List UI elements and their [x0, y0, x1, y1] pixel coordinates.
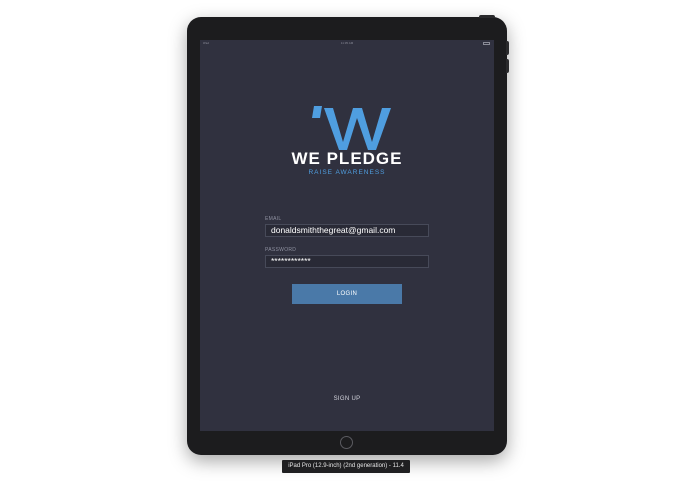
power-button	[479, 15, 495, 18]
login-button[interactable]: LOGIN	[292, 284, 402, 304]
home-button[interactable]	[340, 436, 353, 449]
email-label: EMAIL	[265, 216, 282, 222]
brand-tagline: RAISE AWARENESS	[308, 169, 386, 176]
brand-name: WE PLEDGE	[291, 149, 403, 168]
password-field[interactable]: ************	[265, 255, 429, 268]
sign-up-link[interactable]: SIGN UP	[200, 396, 494, 402]
password-label: PASSWORD	[265, 247, 297, 253]
app-screen: iPad 11:35 AM WE PLEDGE RAISE AWARENESS …	[200, 40, 494, 431]
ipad-device-frame: iPad 11:35 AM WE PLEDGE RAISE AWARENESS …	[187, 15, 509, 455]
battery-icon	[483, 42, 490, 45]
status-time: 11:35 AM	[340, 41, 354, 45]
volume-down-button	[506, 59, 509, 73]
email-field[interactable]: donaldsmiththegreat@gmail.com	[265, 224, 429, 237]
simulator-device-caption: iPad Pro (12.9-inch) (2nd generation) - …	[282, 460, 410, 473]
volume-up-button	[506, 41, 509, 55]
status-bar: iPad 11:35 AM	[200, 40, 494, 46]
